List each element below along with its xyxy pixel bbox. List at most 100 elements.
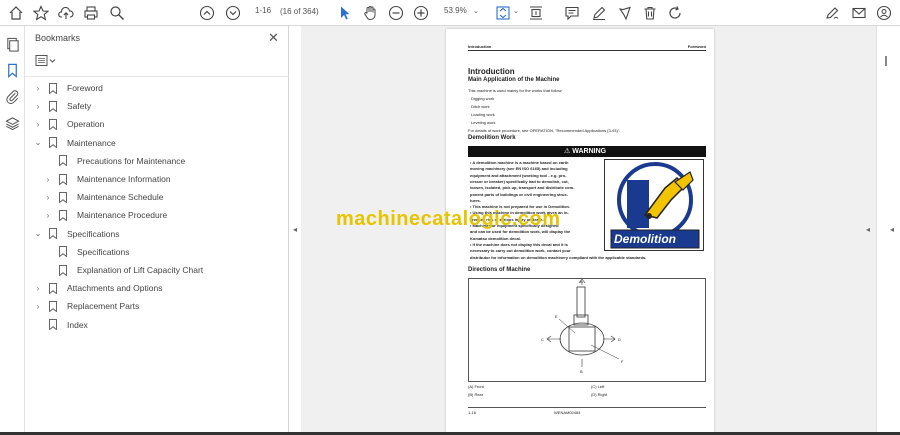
bookmark-item[interactable]: Index bbox=[33, 317, 88, 333]
bookmark-item[interactable]: › Maintenance Procedure bbox=[43, 207, 167, 223]
next-page-icon[interactable] bbox=[224, 4, 242, 22]
section-heading: Directions of Machine bbox=[468, 267, 531, 273]
legend-item: (D) Right bbox=[591, 392, 608, 397]
select-cursor-icon[interactable] bbox=[336, 4, 354, 22]
scrolling-mode-icon[interactable] bbox=[527, 4, 545, 22]
comment-icon[interactable] bbox=[563, 4, 581, 22]
zoom-level-field[interactable]: 53.9% bbox=[444, 6, 467, 15]
bookmark-label: Attachments and Options bbox=[67, 283, 163, 294]
warning-line: distributor for information on demolitio… bbox=[470, 254, 647, 260]
bookmark-item[interactable]: › Maintenance Information bbox=[43, 171, 171, 187]
warning-line: cessor or breaker) specifically had to d… bbox=[470, 178, 569, 184]
stamp-icon[interactable] bbox=[616, 4, 634, 22]
bookmark-label: Foreword bbox=[67, 83, 103, 93]
warning-line: equipment and attachment (working tool -… bbox=[470, 172, 567, 178]
delete-trash-icon[interactable] bbox=[641, 4, 659, 22]
chevron-right-icon[interactable]: › bbox=[33, 284, 43, 293]
chevron-down-icon[interactable]: ⌄ bbox=[33, 229, 43, 238]
rotate-icon[interactable] bbox=[666, 4, 684, 22]
bookmark-ribbon-icon bbox=[48, 100, 58, 113]
warning-line: necessary to carry out demolition work, … bbox=[470, 248, 571, 254]
warning-line: loosen, isolated, pick up, transport and… bbox=[470, 185, 575, 191]
bookmark-item[interactable]: › Safety bbox=[33, 98, 91, 114]
bookmark-ribbon-icon bbox=[58, 173, 68, 186]
right-nav-chevron-icon[interactable]: ◂ bbox=[866, 225, 870, 234]
footer-rule bbox=[468, 407, 706, 408]
page-number-input[interactable]: 1-16 bbox=[255, 6, 271, 15]
search-icon[interactable] bbox=[108, 4, 126, 22]
bookmark-ribbon-icon bbox=[58, 209, 68, 222]
upload-cloud-icon[interactable] bbox=[57, 4, 75, 22]
body-text: This machine is used mainly for the work… bbox=[468, 88, 563, 93]
figure-label: C bbox=[541, 337, 544, 342]
sign-icon[interactable] bbox=[824, 4, 842, 22]
chevron-right-icon[interactable]: › bbox=[33, 102, 43, 111]
figure-label: A bbox=[580, 279, 583, 284]
bookmark-item[interactable]: ⌄ Specifications bbox=[33, 226, 119, 242]
print-icon[interactable] bbox=[82, 4, 100, 22]
fit-page-icon[interactable] bbox=[494, 4, 512, 22]
bookmarks-panel-icon[interactable] bbox=[5, 63, 20, 78]
list-item: Leveling work bbox=[471, 120, 496, 125]
highlight-pen-icon[interactable] bbox=[590, 4, 608, 22]
list-item: Ditch work bbox=[471, 104, 490, 109]
bookmark-ribbon-icon bbox=[48, 228, 58, 240]
panel-title: Bookmarks bbox=[35, 33, 81, 43]
bookmark-ribbon-icon bbox=[48, 282, 58, 295]
legend-item: (C) Left bbox=[591, 384, 605, 389]
layers-icon[interactable] bbox=[5, 116, 20, 131]
header-rule bbox=[468, 50, 706, 51]
directions-figure: A B C D E F bbox=[468, 278, 706, 382]
zoom-in-icon[interactable] bbox=[412, 4, 430, 22]
bookmark-options-button[interactable] bbox=[35, 54, 57, 68]
decal-label: Demolition bbox=[614, 232, 676, 246]
bookmark-label: Specifications bbox=[67, 228, 120, 239]
bookmark-item[interactable]: › Replacement Parts bbox=[33, 298, 139, 314]
warning-line: Komatsu demolition decal. bbox=[470, 235, 521, 241]
zoom-out-icon[interactable] bbox=[387, 4, 405, 22]
chevron-right-icon[interactable]: › bbox=[33, 302, 43, 311]
close-icon[interactable]: ✕ bbox=[268, 30, 279, 46]
page-footer-number: 1-16 bbox=[468, 410, 477, 415]
chevron-right-icon[interactable]: › bbox=[43, 211, 53, 220]
right-tools-rail bbox=[876, 26, 900, 435]
collapse-panel-chevron-icon[interactable]: ◂ bbox=[293, 225, 297, 234]
bookmark-star-icon[interactable] bbox=[32, 4, 50, 22]
account-icon[interactable] bbox=[875, 4, 893, 22]
mail-icon[interactable] bbox=[850, 4, 868, 22]
body-text: For details of work procedure, see OPERA… bbox=[468, 128, 621, 133]
bookmark-item[interactable]: Explanation of Lift Capacity Chart bbox=[43, 262, 203, 278]
bookmark-item[interactable]: Precautions for Maintenance bbox=[43, 153, 185, 169]
warning-text: WARNING bbox=[572, 148, 607, 155]
chevron-down-icon[interactable]: ⌄ bbox=[33, 138, 43, 147]
bookmark-ribbon-icon bbox=[58, 191, 68, 204]
chevron-right-icon[interactable]: › bbox=[43, 175, 53, 184]
previous-page-icon[interactable] bbox=[198, 4, 216, 22]
bookmark-item[interactable]: Specifications bbox=[43, 244, 129, 260]
bookmark-item[interactable]: ⌄ Maintenance bbox=[33, 135, 116, 151]
chevron-right-icon[interactable]: › bbox=[33, 84, 43, 93]
legend-item: (A) Front bbox=[468, 384, 484, 389]
chevron-right-icon[interactable]: › bbox=[33, 120, 43, 129]
bookmark-item[interactable]: › Foreword bbox=[33, 80, 103, 96]
running-header-right: Foreword bbox=[687, 44, 706, 49]
figure-label: D bbox=[618, 337, 621, 342]
fit-dropdown-chevron-icon[interactable]: ⌄ bbox=[513, 7, 519, 15]
bookmark-label: Maintenance Information bbox=[77, 174, 171, 184]
bookmark-item[interactable]: › Operation bbox=[33, 116, 104, 132]
page-thumbnails-icon[interactable] bbox=[5, 37, 20, 52]
home-icon[interactable] bbox=[7, 4, 25, 22]
attachments-paperclip-icon[interactable] bbox=[5, 89, 20, 105]
hand-tool-icon[interactable] bbox=[361, 4, 379, 22]
bookmark-item[interactable]: › Maintenance Schedule bbox=[43, 189, 163, 205]
bookmark-label: Operation bbox=[67, 119, 105, 130]
chevron-right-icon[interactable]: › bbox=[43, 193, 53, 202]
zoom-dropdown-chevron-icon[interactable]: ⌄ bbox=[473, 7, 479, 15]
bookmark-label: Safety bbox=[67, 101, 92, 112]
legend-item: (B) Rear bbox=[468, 392, 484, 397]
bookmark-item[interactable]: › Attachments and Options bbox=[33, 280, 162, 296]
expand-tools-chevron-icon[interactable]: ◂ bbox=[890, 225, 894, 234]
top-toolbar: 1-16 (16 of 364) 53.9% ⌄ ⌄ bbox=[0, 0, 900, 26]
left-nav-rail bbox=[0, 26, 25, 435]
scrollbar-thumb[interactable] bbox=[885, 56, 887, 66]
